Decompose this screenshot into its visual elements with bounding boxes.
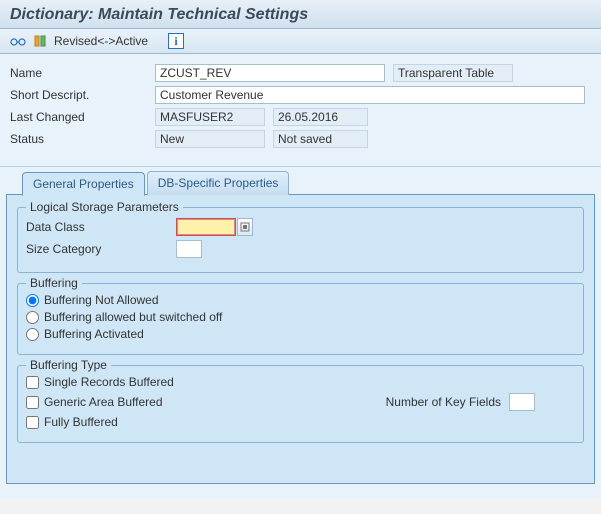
save-status-field: Not saved xyxy=(273,130,368,148)
size-category-input[interactable] xyxy=(176,240,202,258)
form-area: Name ZCUST_REV Transparent Table Short D… xyxy=(0,54,601,167)
check-generic-label: Generic Area Buffered xyxy=(44,395,163,409)
check-generic-input[interactable] xyxy=(26,396,39,409)
tab-dbspecific[interactable]: DB-Specific Properties xyxy=(147,171,290,195)
radio-switched-off-input[interactable] xyxy=(26,311,39,324)
changed-user-field: MASFUSER2 xyxy=(155,108,265,126)
check-generic[interactable]: Generic Area Buffered xyxy=(26,395,163,409)
keyfields-label: Number of Key Fields xyxy=(386,395,501,409)
name-field[interactable]: ZCUST_REV xyxy=(155,64,385,82)
desc-field[interactable]: Customer Revenue xyxy=(155,86,585,104)
radio-not-allowed[interactable]: Buffering Not Allowed xyxy=(26,293,575,307)
group-logical-storage-title: Logical Storage Parameters xyxy=(26,200,183,214)
check-fully-input[interactable] xyxy=(26,416,39,429)
glasses-icon[interactable] xyxy=(10,33,26,49)
check-fully[interactable]: Fully Buffered xyxy=(26,415,575,429)
radio-not-allowed-input[interactable] xyxy=(26,294,39,307)
table-type-field: Transparent Table xyxy=(393,64,513,82)
check-single-label: Single Records Buffered xyxy=(44,375,174,389)
size-category-label: Size Category xyxy=(26,242,176,256)
info-icon[interactable]: i xyxy=(168,33,184,49)
check-single-input[interactable] xyxy=(26,376,39,389)
group-buffering-title: Buffering xyxy=(26,276,82,290)
activate-icon[interactable] xyxy=(32,33,48,49)
radio-switched-off[interactable]: Buffering allowed but switched off xyxy=(26,310,575,324)
toolbar: Revised<->Active i xyxy=(0,29,601,54)
desc-label: Short Descript. xyxy=(10,88,155,102)
group-buffering-type-title: Buffering Type xyxy=(26,358,111,372)
group-logical-storage: Logical Storage Parameters Data Class Si… xyxy=(17,207,584,273)
page-title: Dictionary: Maintain Technical Settings xyxy=(10,6,591,24)
check-single[interactable]: Single Records Buffered xyxy=(26,375,575,389)
title-bar: Dictionary: Maintain Technical Settings xyxy=(0,0,601,29)
changed-label: Last Changed xyxy=(10,110,155,124)
value-help-icon[interactable] xyxy=(237,218,253,236)
keyfields-input[interactable] xyxy=(509,393,535,411)
changed-date-field: 26.05.2016 xyxy=(273,108,368,126)
group-buffering: Buffering Buffering Not Allowed Bufferin… xyxy=(17,283,584,355)
revised-label[interactable]: Revised<->Active xyxy=(54,34,148,48)
group-buffering-type: Buffering Type Single Records Buffered G… xyxy=(17,365,584,443)
check-fully-label: Fully Buffered xyxy=(44,415,118,429)
status-label: Status xyxy=(10,132,155,146)
radio-activated-label: Buffering Activated xyxy=(44,327,144,341)
name-label: Name xyxy=(10,66,155,80)
content-area: General Properties DB-Specific Propertie… xyxy=(0,167,601,499)
tab-panel-general: Logical Storage Parameters Data Class Si… xyxy=(6,194,595,484)
data-class-input[interactable] xyxy=(176,218,236,236)
radio-activated[interactable]: Buffering Activated xyxy=(26,327,575,341)
radio-not-allowed-label: Buffering Not Allowed xyxy=(44,293,159,307)
tab-strip: General Properties DB-Specific Propertie… xyxy=(0,171,601,195)
radio-switched-off-label: Buffering allowed but switched off xyxy=(44,310,222,324)
status-field: New xyxy=(155,130,265,148)
data-class-label: Data Class xyxy=(26,220,176,234)
tab-general[interactable]: General Properties xyxy=(22,172,145,196)
radio-activated-input[interactable] xyxy=(26,328,39,341)
